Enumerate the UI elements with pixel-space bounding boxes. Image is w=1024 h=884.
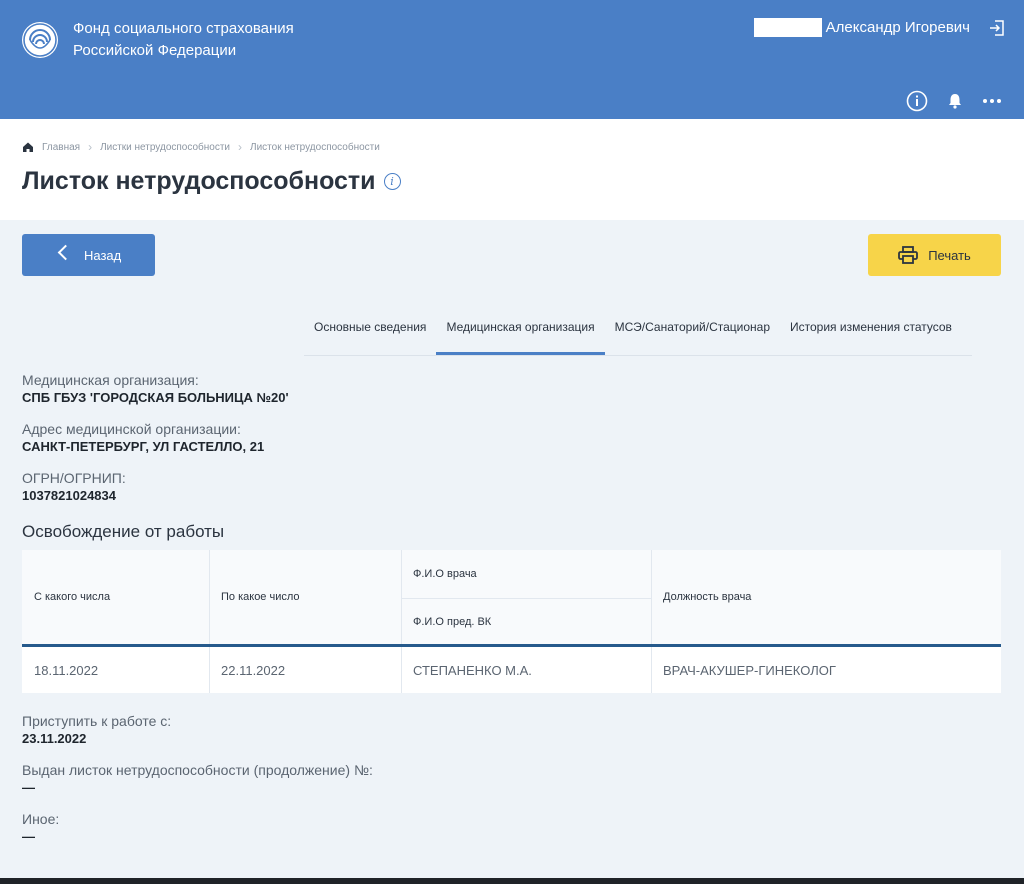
user-name: Александр Игоревич bbox=[825, 19, 970, 36]
continuation-label: Выдан листок нетрудоспособности (продолж… bbox=[22, 762, 373, 778]
masked-surname bbox=[753, 18, 822, 37]
return-to-work-value: 23.11.2022 bbox=[22, 731, 87, 746]
logo-icon[interactable] bbox=[22, 22, 58, 58]
release-section-title: Освобождение от работы bbox=[22, 522, 225, 541]
med-org-address-field: Адрес медицинской организации: САНКТ-ПЕТ… bbox=[22, 420, 264, 456]
cell-position: ВРАЧ-АКУШЕР-ГИНЕКОЛОГ bbox=[663, 662, 836, 678]
med-org-address-label: Адрес медицинской организации: bbox=[22, 421, 241, 437]
printer-icon bbox=[898, 246, 919, 264]
print-button-label: Печать bbox=[928, 247, 971, 263]
back-button-label: Назад bbox=[84, 247, 122, 263]
tab-mse-sanatorium-hospital[interactable]: МСЭ/Санаторий/Стационар bbox=[605, 312, 780, 355]
chevron-left-icon bbox=[57, 244, 74, 261]
return-to-work-field: Приступить к работе с: 23.11.2022 bbox=[22, 712, 171, 748]
breadcrumb: Главная › Листки нетрудоспособности › Ли… bbox=[22, 140, 380, 154]
other-value: — bbox=[22, 829, 35, 844]
org-name-line1: Фонд социального страхования bbox=[73, 20, 294, 37]
tab-bar: Основные сведения Медицинская организаци… bbox=[304, 312, 972, 356]
med-org-address-value: САНКТ-ПЕТЕРБУРГ, УЛ ГАСТЕЛЛО, 21 bbox=[22, 439, 265, 454]
column-header-from: С какого числа bbox=[34, 591, 111, 603]
column-header-to: По какое число bbox=[221, 591, 300, 603]
org-name-line2: Российской Федерации bbox=[73, 42, 237, 59]
continuation-field: Выдан листок нетрудоспособности (продолж… bbox=[22, 761, 373, 797]
print-button[interactable]: Печать bbox=[868, 234, 1001, 276]
title-area: Главная › Листки нетрудоспособности › Ли… bbox=[0, 119, 1024, 220]
info-icon[interactable]: i bbox=[383, 173, 401, 190]
cell-to: 22.11.2022 bbox=[221, 662, 286, 678]
release-table: С какого числа По какое число Ф.И.О врач… bbox=[22, 550, 1001, 693]
info-icon[interactable] bbox=[906, 90, 928, 112]
chevron-right-icon: › bbox=[238, 140, 243, 154]
column-header-vk-chair: Ф.И.О пред. ВК bbox=[413, 616, 492, 628]
ogrn-label: ОГРН/ОГРНИП: bbox=[22, 470, 126, 486]
continuation-value: — bbox=[22, 780, 35, 795]
bottom-edge bbox=[0, 878, 1024, 884]
med-org-label: Медицинская организация: bbox=[22, 372, 199, 388]
cell-doctor: СТЕПАНЕНКО М.А. bbox=[413, 662, 532, 678]
tab-medical-organization[interactable]: Медицинская организация bbox=[436, 312, 605, 355]
column-header-position: Должность врача bbox=[663, 591, 752, 603]
breadcrumb-sick-leaves[interactable]: Листки нетрудоспособности bbox=[100, 142, 230, 153]
breadcrumb-current: Листок нетрудоспособности bbox=[250, 141, 380, 153]
more-icon[interactable] bbox=[982, 98, 1002, 104]
breadcrumb-home[interactable]: Главная bbox=[42, 142, 80, 153]
user-block[interactable]: Александр Игоревич bbox=[753, 18, 1006, 37]
tab-status-history[interactable]: История изменения статусов bbox=[780, 312, 962, 355]
logout-icon[interactable] bbox=[988, 19, 1006, 37]
back-button[interactable]: Назад bbox=[22, 234, 155, 276]
table-header: С какого числа По какое число Ф.И.О врач… bbox=[22, 550, 1001, 647]
return-to-work-label: Приступить к работе с: bbox=[22, 713, 172, 729]
header-icons bbox=[906, 90, 1002, 112]
cell-from: 18.11.2022 bbox=[34, 662, 99, 678]
page-title: Листок нетрудоспособности i bbox=[22, 167, 401, 196]
ogrn-field: ОГРН/ОГРНИП: 1037821024834 bbox=[22, 469, 126, 505]
top-header: Фонд социального страхования Российской … bbox=[0, 0, 1024, 119]
column-header-doctor: Ф.И.О врача bbox=[413, 568, 477, 580]
home-icon[interactable] bbox=[22, 141, 34, 153]
ogrn-value: 1037821024834 bbox=[22, 488, 116, 503]
page-title-text: Листок нетрудоспособности bbox=[22, 167, 376, 195]
med-org-value: СПБ ГБУЗ 'ГОРОДСКАЯ БОЛЬНИЦА №20' bbox=[22, 390, 289, 405]
chevron-right-icon: › bbox=[88, 140, 93, 154]
other-label: Иное: bbox=[22, 811, 60, 827]
bell-icon[interactable] bbox=[946, 92, 964, 110]
table-row: 18.11.2022 22.11.2022 СТЕПАНЕНКО М.А. ВР… bbox=[22, 647, 1001, 693]
med-org-field: Медицинская организация: СПБ ГБУЗ 'ГОРОД… bbox=[22, 371, 289, 407]
org-name: Фонд социального страхования Российской … bbox=[73, 18, 294, 62]
tab-main-info[interactable]: Основные сведения bbox=[304, 312, 436, 355]
other-field: Иное: — bbox=[22, 810, 59, 846]
